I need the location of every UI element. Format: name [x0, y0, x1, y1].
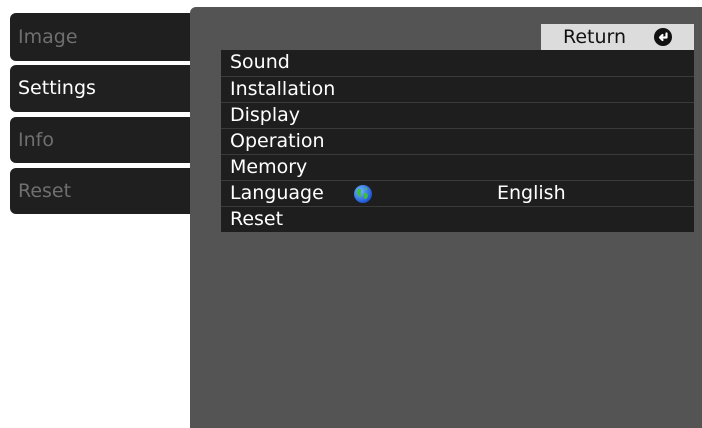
globe-icon [354, 185, 372, 203]
menu-item-language[interactable]: Language English [221, 180, 694, 206]
return-icon [654, 28, 672, 46]
menu-item-operation[interactable]: Operation [221, 128, 694, 154]
menu-item-memory[interactable]: Memory [221, 154, 694, 180]
menu-item-reset[interactable]: Reset [221, 206, 694, 232]
return-button-label: Return [563, 26, 627, 48]
tab-info[interactable]: Info [10, 117, 205, 163]
menu-item-label: Display [230, 104, 301, 126]
menu-item-label: Installation [230, 78, 336, 100]
tab-image-label: Image [18, 26, 78, 48]
menu-item-label: Sound [230, 51, 290, 73]
tab-settings[interactable]: Settings [10, 65, 205, 112]
tab-reset-label: Reset [18, 180, 72, 202]
menu-item-display[interactable]: Display [221, 102, 694, 128]
tab-reset[interactable]: Reset [10, 168, 205, 214]
menu-item-sound[interactable]: Sound [221, 50, 694, 76]
tab-image[interactable]: Image [10, 13, 205, 61]
tab-info-label: Info [18, 129, 54, 151]
menu-item-label: Memory [230, 156, 308, 178]
menu-item-label: Operation [230, 130, 325, 152]
menu-item-installation[interactable]: Installation [221, 76, 694, 102]
tab-settings-label: Settings [18, 77, 96, 99]
settings-menu: Sound Installation Display Operation Mem… [221, 50, 694, 232]
language-value: English [497, 182, 566, 204]
return-button[interactable]: Return [541, 24, 694, 50]
menu-item-label: Reset [230, 208, 284, 230]
menu-item-label: Language [230, 182, 324, 204]
